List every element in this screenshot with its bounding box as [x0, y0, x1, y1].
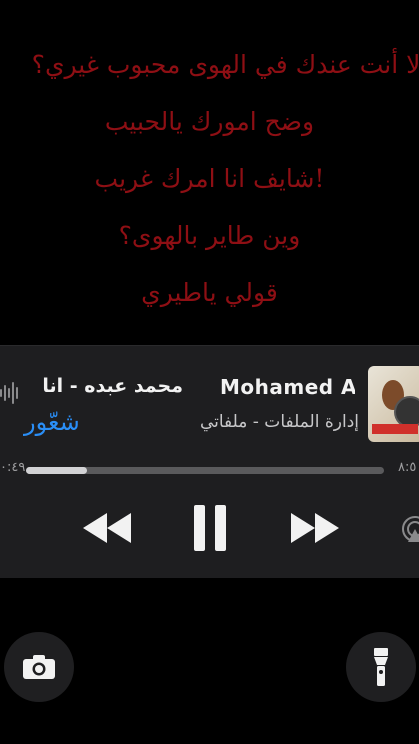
camera-icon [23, 655, 55, 679]
lyric-line-4: وين طاير بالهوى؟ [118, 221, 301, 250]
album-artwork[interactable] [368, 366, 419, 442]
lyric-line-2: وضح امورك يالحبيب [104, 107, 315, 136]
fast-forward-button[interactable] [288, 506, 342, 550]
pause-icon [194, 505, 226, 551]
lyrics-background: إلا أنت عندك في الهوى محبوب غيري؟ وضح ام… [0, 0, 419, 345]
elapsed-time: ٠:٤٩ [0, 460, 26, 475]
track-source: إدارة الملفات - ملفاتي [199, 412, 359, 432]
track-title: محمد عبده - انا Mohamed A [0, 373, 355, 403]
track-title-arabic: محمد عبده - انا [42, 375, 183, 397]
progress-slider[interactable] [26, 467, 384, 474]
app-brand: شعّور [24, 408, 80, 436]
camera-button[interactable] [4, 632, 74, 702]
remaining-time: ٨:٥ [398, 460, 417, 475]
flashlight-icon [374, 648, 388, 686]
lyric-line-3: شايف انا امرك غريب! [94, 164, 325, 193]
lyric-line-5: قولي ياطيري [141, 278, 278, 307]
progress-fill [26, 467, 87, 474]
track-title-latin: Mohamed A [220, 375, 355, 399]
artwork-logo-band [372, 424, 418, 434]
airplay-icon[interactable] [400, 514, 419, 544]
pause-button[interactable] [188, 505, 232, 551]
fast-forward-icon [291, 513, 339, 543]
rewind-icon [83, 513, 131, 543]
lyric-line-1: إلا أنت عندك في الهوى محبوب غيري؟ [31, 50, 419, 79]
rewind-button[interactable] [80, 506, 134, 550]
now-playing-widget: محمد عبده - انا Mohamed A إدارة الملفات … [0, 345, 419, 578]
flashlight-button[interactable] [346, 632, 416, 702]
